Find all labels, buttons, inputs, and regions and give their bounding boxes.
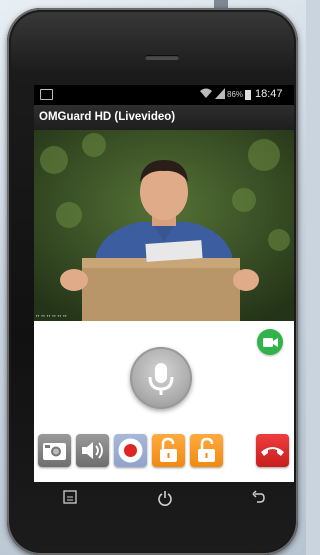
hang-up-icon bbox=[261, 447, 284, 456]
microphone-button[interactable] bbox=[130, 347, 192, 409]
speaker-icon bbox=[82, 442, 103, 459]
unlock-button-2[interactable] bbox=[190, 434, 223, 467]
hangup-button[interactable] bbox=[256, 434, 289, 467]
action-toolbar bbox=[34, 434, 294, 468]
back-icon[interactable] bbox=[246, 490, 270, 508]
record-button[interactable] bbox=[114, 434, 147, 467]
signal-icon bbox=[215, 88, 225, 102]
camera-icon bbox=[43, 443, 66, 460]
clock: 18:47 bbox=[255, 88, 283, 100]
battery-percent: 86% bbox=[227, 90, 244, 99]
app-title: OMGuard HD (Livevideo) bbox=[34, 105, 294, 130]
menu-icon[interactable] bbox=[58, 490, 82, 508]
hardware-nav-bar bbox=[0, 490, 306, 530]
status-bar: 86% 18:47 bbox=[34, 85, 294, 105]
live-video-feed[interactable]: ▪▪ ▪▪ ▪▪ ▪▪ ▪▪ ▪▪ bbox=[34, 130, 294, 321]
video-timestamp: ▪▪ ▪▪ ▪▪ ▪▪ ▪▪ ▪▪ bbox=[36, 313, 68, 318]
controls-panel bbox=[34, 321, 294, 482]
microphone-icon bbox=[148, 363, 174, 395]
unlock-icon bbox=[160, 437, 177, 462]
unlock-button-1[interactable] bbox=[152, 434, 185, 467]
battery-icon bbox=[245, 90, 251, 100]
speaker-button[interactable] bbox=[76, 434, 109, 467]
wifi-icon bbox=[200, 88, 212, 102]
video-camera-icon bbox=[263, 338, 278, 347]
unlock-icon bbox=[198, 437, 215, 462]
phone-screen: 86% 18:47 OMGuard HD (Livevideo) ▪▪ ▪▪ ▪… bbox=[34, 85, 294, 482]
power-icon[interactable] bbox=[153, 490, 177, 510]
record-icon bbox=[118, 438, 143, 463]
earpiece-speaker bbox=[145, 55, 179, 60]
notification-icon bbox=[40, 89, 53, 100]
video-frame bbox=[34, 130, 294, 321]
video-toggle-button[interactable] bbox=[257, 329, 283, 355]
snapshot-button[interactable] bbox=[38, 434, 71, 467]
